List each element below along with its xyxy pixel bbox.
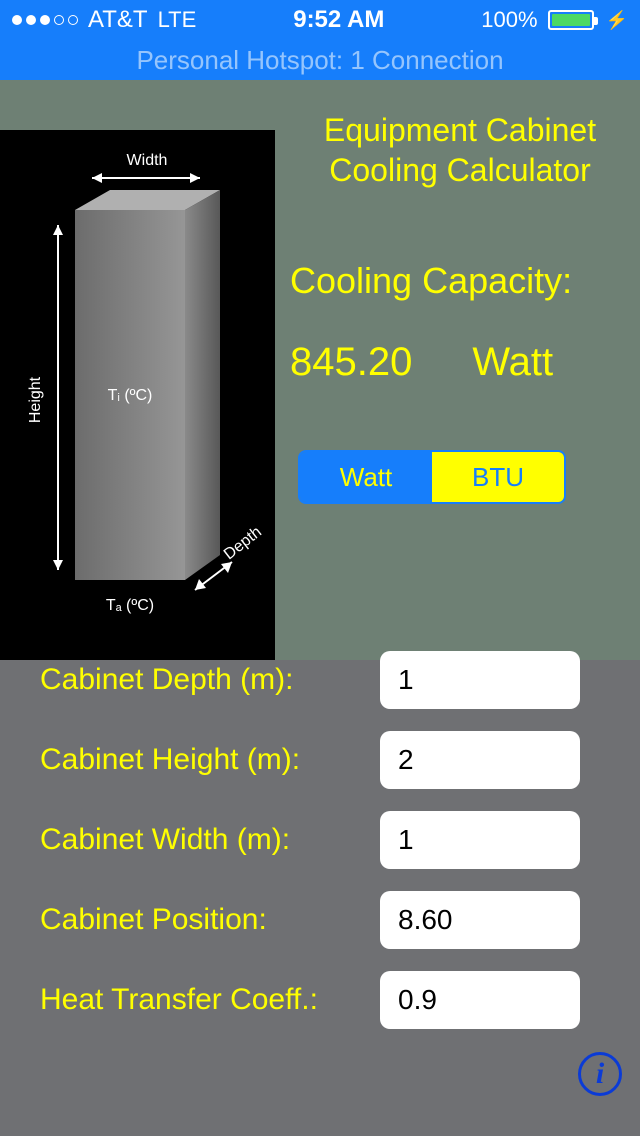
diagram-ti-label: Tᵢ (ºC)	[108, 387, 153, 404]
unit-segmented-control[interactable]: Watt BTU	[298, 450, 566, 504]
input-position[interactable]	[380, 891, 580, 949]
status-right: 100% ⚡	[481, 7, 628, 33]
info-icon: i	[596, 1057, 604, 1091]
input-width[interactable]	[380, 811, 580, 869]
diagram-ta-label: Tₐ (ºC)	[106, 597, 154, 614]
row-coeff: Heat Transfer Coeff.:	[40, 960, 610, 1040]
top-panel: Width Height Depth Tᵢ (ºC) Tₐ (ºC) Equip…	[0, 80, 640, 660]
clock-label: 9:52 AM	[293, 6, 384, 34]
hotspot-label: Personal Hotspot: 1 Connection	[136, 45, 503, 76]
info-button[interactable]: i	[578, 1052, 622, 1096]
capacity-value: 845.20	[290, 340, 412, 385]
capacity-label: Cooling Capacity:	[290, 260, 630, 302]
network-label: LTE	[158, 7, 197, 33]
row-depth: Cabinet Depth (m):	[40, 640, 610, 720]
battery-icon	[548, 10, 594, 30]
capacity-row: 845.20 Watt	[290, 340, 630, 385]
capacity-unit: Watt	[472, 340, 553, 385]
diagram-width-label: Width	[127, 152, 168, 169]
input-height[interactable]	[380, 731, 580, 789]
label-width: Cabinet Width (m):	[40, 823, 380, 857]
form-area: Cabinet Depth (m): Cabinet Height (m): C…	[0, 660, 640, 1136]
input-depth[interactable]	[380, 651, 580, 709]
row-width: Cabinet Width (m):	[40, 800, 610, 880]
segment-btu[interactable]: BTU	[432, 452, 564, 502]
app-title: Equipment Cabinet Cooling Calculator	[290, 110, 630, 190]
status-bar: AT&T LTE 9:52 AM 100% ⚡	[0, 0, 640, 40]
diagram-height-label: Height	[27, 376, 44, 423]
row-height: Cabinet Height (m):	[40, 720, 610, 800]
cabinet-diagram: Width Height Depth Tᵢ (ºC) Tₐ (ºC)	[0, 130, 275, 660]
title-line2: Cooling Calculator	[290, 150, 630, 190]
row-position: Cabinet Position:	[40, 880, 610, 960]
hotspot-bar[interactable]: Personal Hotspot: 1 Connection	[0, 40, 640, 80]
label-position: Cabinet Position:	[40, 903, 380, 937]
carrier-label: AT&T	[88, 6, 148, 34]
battery-percent: 100%	[481, 7, 537, 33]
label-height: Cabinet Height (m):	[40, 743, 380, 777]
segment-watt[interactable]: Watt	[300, 452, 432, 502]
diagram-depth-label: Depth	[221, 524, 265, 564]
title-line1: Equipment Cabinet	[290, 110, 630, 150]
charging-icon: ⚡	[606, 10, 628, 31]
label-depth: Cabinet Depth (m):	[40, 663, 380, 697]
status-left: AT&T LTE	[12, 6, 196, 34]
input-coeff[interactable]	[380, 971, 580, 1029]
label-coeff: Heat Transfer Coeff.:	[40, 983, 380, 1017]
signal-dots-icon	[12, 15, 78, 25]
